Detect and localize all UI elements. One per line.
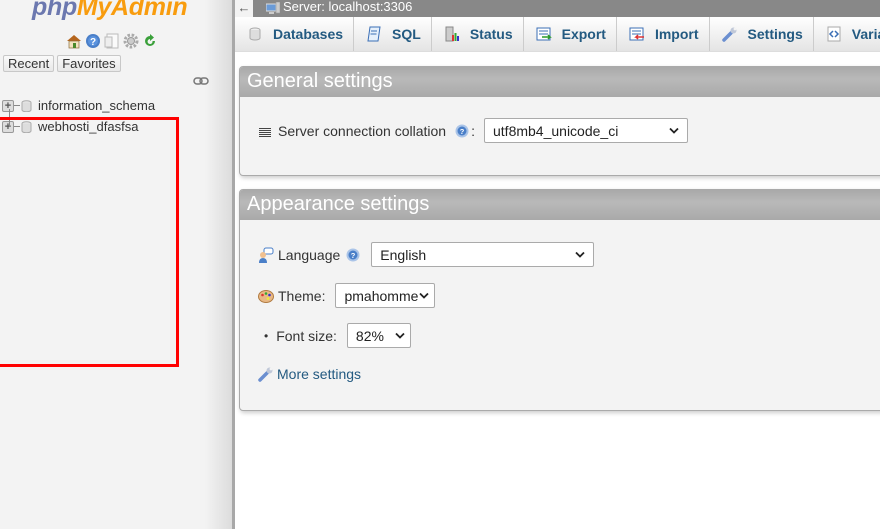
collation-colon: : bbox=[471, 122, 475, 139]
chevron-down-icon bbox=[419, 292, 430, 299]
sql-icon bbox=[366, 26, 382, 42]
more-settings-link[interactable]: More settings bbox=[277, 366, 361, 382]
expand-icon[interactable]: + bbox=[2, 99, 14, 112]
collation-select[interactable]: utf8mb4_unicode_ci bbox=[484, 118, 688, 143]
docs-icon[interactable] bbox=[104, 33, 120, 49]
reload-icon[interactable] bbox=[142, 33, 158, 49]
bullet: • bbox=[264, 328, 269, 343]
server-icon bbox=[265, 1, 281, 15]
tab-label: Import bbox=[654, 26, 699, 42]
tab-databases[interactable]: Databases bbox=[235, 17, 355, 51]
tab-label: Status bbox=[469, 26, 513, 42]
language-icon bbox=[258, 247, 274, 263]
theme-row: Theme: pmahomme bbox=[258, 283, 436, 308]
tab-settings[interactable]: Settings bbox=[710, 17, 814, 51]
settings-icon[interactable] bbox=[123, 33, 139, 49]
server-title[interactable]: Server: localhost:3306 bbox=[283, 0, 412, 13]
tab-export[interactable]: Export bbox=[524, 17, 617, 51]
tab-label: Databases bbox=[273, 26, 344, 42]
appearance-settings-panel: Appearance settings Language ? English T… bbox=[239, 189, 880, 411]
svg-text:?: ? bbox=[351, 251, 356, 260]
tab-sql[interactable]: SQL bbox=[354, 17, 432, 51]
panel-title: General settings bbox=[240, 67, 880, 97]
font-size-label: Font size: bbox=[276, 327, 337, 344]
database-icon bbox=[21, 99, 32, 112]
collation-label: Server connection collation bbox=[278, 122, 447, 139]
more-settings-row: More settings bbox=[258, 366, 361, 382]
font-size-row: • Font size: 82% bbox=[264, 323, 411, 348]
export-icon bbox=[536, 26, 552, 42]
database-item[interactable]: + information_schema bbox=[2, 95, 155, 116]
font-size-value: 82% bbox=[355, 327, 384, 344]
wrench-icon bbox=[258, 366, 274, 382]
chevron-down-icon bbox=[669, 127, 679, 134]
tab-import[interactable]: Import bbox=[617, 17, 710, 51]
database-name[interactable]: information_schema bbox=[38, 98, 155, 113]
database-icon bbox=[247, 26, 263, 42]
favorites-button[interactable]: Favorites bbox=[57, 55, 121, 72]
recent-button[interactable]: Recent bbox=[3, 55, 55, 72]
chevron-down-icon bbox=[575, 251, 585, 258]
navigation-sidebar: phpMyAdmin ? Recent Favorites + informat… bbox=[0, 0, 232, 529]
help-icon[interactable]: ? bbox=[346, 248, 360, 262]
phpmyadmin-logo[interactable]: phpMyAdmin bbox=[32, 0, 188, 22]
logo-myadmin: MyAdmin bbox=[76, 0, 188, 21]
collapse-sidebar-button[interactable]: ← bbox=[235, 0, 253, 17]
main-menu-tabs: Databases SQL Status Export Import Setti… bbox=[235, 17, 880, 52]
import-icon bbox=[629, 26, 645, 42]
help-icon[interactable]: ? bbox=[455, 124, 469, 138]
tab-label: SQL bbox=[392, 26, 421, 42]
tab-label: Settings bbox=[747, 26, 803, 42]
chevron-down-icon bbox=[395, 332, 405, 339]
settings-wrench-icon bbox=[721, 26, 738, 42]
theme-label: Theme: bbox=[278, 287, 326, 304]
collation-value: utf8mb4_unicode_ci bbox=[493, 122, 619, 139]
language-row: Language ? English bbox=[258, 242, 595, 267]
recent-favorites-tabs: Recent Favorites bbox=[3, 55, 121, 72]
home-icon[interactable] bbox=[66, 33, 82, 49]
nav-icon-bar: ? bbox=[66, 33, 158, 49]
theme-select[interactable]: pmahomme bbox=[335, 283, 436, 308]
panel-title: Appearance settings bbox=[240, 190, 880, 220]
font-size-select[interactable]: 82% bbox=[346, 323, 411, 348]
tab-label: Variables bbox=[851, 26, 880, 42]
theme-palette-icon bbox=[258, 288, 274, 304]
collation-row: Server connection collation ? : utf8mb4_… bbox=[259, 118, 688, 143]
language-select[interactable]: English bbox=[371, 242, 595, 267]
collation-list-icon bbox=[259, 125, 271, 137]
language-label: Language bbox=[278, 246, 341, 263]
status-icon bbox=[444, 26, 460, 42]
tab-label: Export bbox=[561, 26, 606, 42]
link-with-main-panel-icon[interactable] bbox=[193, 75, 209, 87]
server-breadcrumb-bar: ← Server: localhost:3306 bbox=[235, 0, 880, 17]
svg-text:?: ? bbox=[90, 37, 96, 48]
variables-icon bbox=[826, 26, 842, 42]
theme-value: pmahomme bbox=[344, 287, 419, 304]
svg-text:?: ? bbox=[460, 127, 465, 136]
language-value: English bbox=[380, 246, 427, 263]
general-settings-panel: General settings Server connection colla… bbox=[239, 66, 880, 176]
sidebar-resize-handle[interactable] bbox=[232, 0, 235, 529]
annotation-highlight-rectangle bbox=[0, 117, 179, 367]
tab-variables[interactable]: Variables bbox=[814, 17, 880, 51]
tab-status[interactable]: Status bbox=[432, 17, 524, 51]
tree-connector bbox=[14, 105, 20, 106]
logo-php: php bbox=[32, 0, 77, 21]
help-icon[interactable]: ? bbox=[85, 33, 101, 49]
